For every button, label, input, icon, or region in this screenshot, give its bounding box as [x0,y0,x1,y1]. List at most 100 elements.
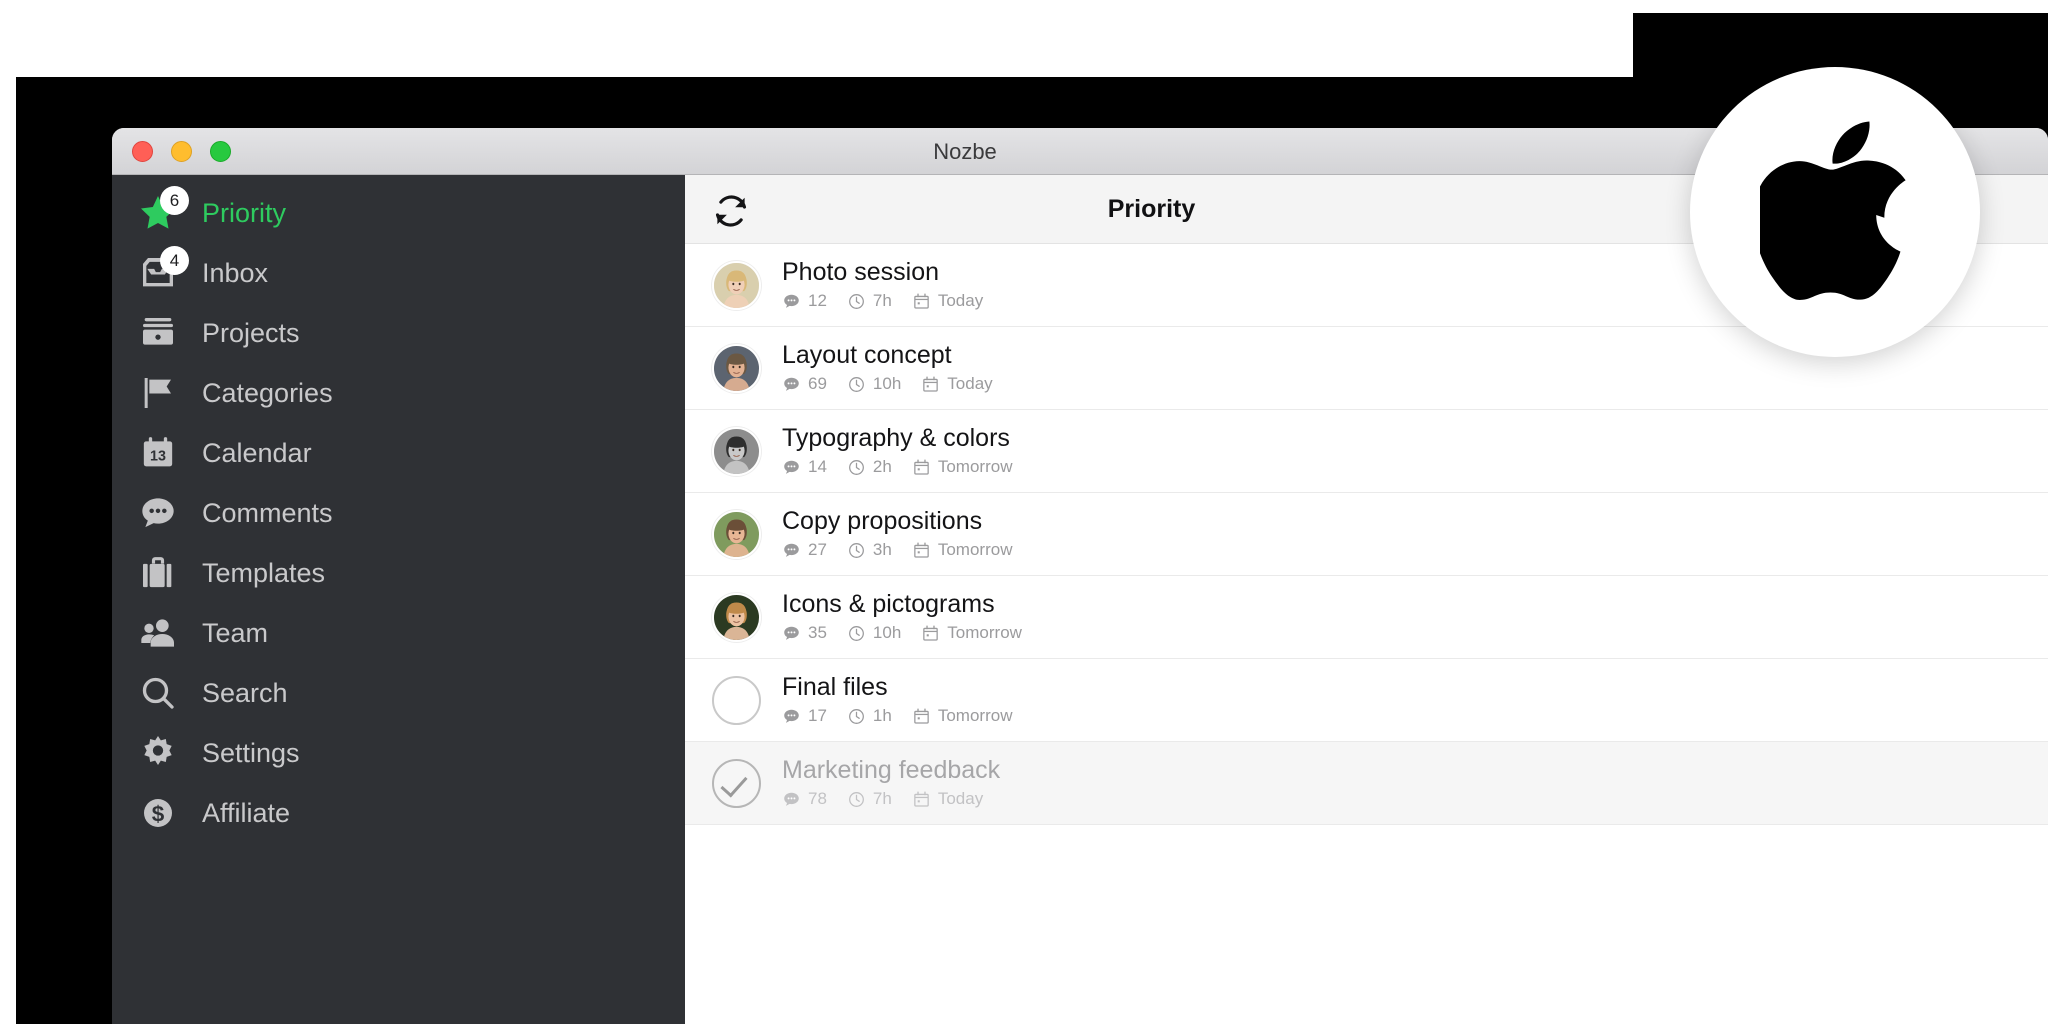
sidebar-item-label: Comments [202,497,333,528]
comments-icon [782,458,801,477]
task-checkbox[interactable] [712,675,761,725]
sidebar-item-label: Team [202,617,269,648]
task-meta-due: Tomorrow [912,706,1012,726]
task-info: Copy propositions 27 3h Tomorrow [782,508,1012,560]
calendar-icon [912,292,931,311]
avatar[interactable] [712,260,761,310]
task-row[interactable]: Typography & colors 14 2h Tomorrow [685,410,2048,493]
inbox-icon: 4 [138,246,190,296]
sidebar-item-templates[interactable]: Templates [112,543,685,603]
task-meta-time-value: 2h [872,457,892,477]
calendar-icon [921,375,940,394]
task-meta-due-value: Today [937,789,984,809]
flag-icon [138,370,190,416]
task-meta-comments: 27 [782,540,827,560]
task-meta-time: 1h [847,706,892,726]
sidebar-item-team[interactable]: Team [112,603,685,663]
task-meta-time-value: 3h [872,540,892,560]
comments-icon [782,790,801,809]
sidebar-item-label: Priority [202,197,287,228]
sidebar-item-affiliate[interactable]: $ Affiliate [112,783,685,843]
sidebar-item-label: Categories [202,377,333,408]
task-meta-time: 3h [847,540,892,560]
task-meta-time-value: 7h [872,291,892,311]
task-title: Marketing feedback [782,755,1001,784]
task-meta-comments: 69 [782,374,827,394]
sidebar-item-categories[interactable]: Categories [112,363,685,423]
comments-icon [782,624,801,643]
task-meta-time-value: 1h [872,706,892,726]
task-meta-due-value: Tomorrow [947,623,1022,643]
sidebar-item-label: Inbox [202,257,269,288]
sidebar-item-calendar[interactable]: 13 Calendar [112,423,685,483]
clock-icon [847,375,866,394]
clock-icon [847,707,866,726]
sidebar-item-label: Settings [202,737,300,768]
sidebar-item-priority[interactable]: 6 Priority [112,183,685,243]
task-meta: 27 3h Tomorrow [782,540,1012,560]
task-meta-comments-value: 12 [808,291,827,311]
task-meta-comments: 12 [782,291,827,311]
task-meta: 14 2h Tomorrow [782,457,1012,477]
avatar[interactable] [712,426,761,476]
task-meta-comments: 17 [782,706,827,726]
svg-text:13: 13 [150,449,166,465]
clock-icon [847,624,866,643]
search-icon [138,670,190,716]
calendar-icon [912,707,931,726]
task-title: Final files [782,672,888,701]
calendar-icon [921,624,940,643]
task-list: Photo session 12 7h Today Layout concept 69 10… [685,244,2048,1024]
task-row[interactable]: Final files 17 1h Tomorrow [685,659,2048,742]
sidebar-item-settings[interactable]: Settings [112,723,685,783]
sidebar-item-label: Search [202,677,288,708]
task-meta-comments-value: 17 [808,706,827,726]
svg-text:$: $ [152,801,165,826]
task-meta: 35 10h Tomorrow [782,623,1022,643]
comments-icon [782,375,801,394]
task-row[interactable]: Marketing feedback 78 7h Today [685,742,2048,825]
task-info: Icons & pictograms 35 10h Tomorrow [782,591,1022,643]
task-meta-comments-value: 14 [808,457,827,477]
sidebar-item-label: Calendar [202,437,312,468]
briefcase-icon [138,550,190,596]
screenshot-root: Nozbe 6 Priority 4 Inbox Projects Categories 1… [0,0,2048,1024]
task-row[interactable]: Icons & pictograms 35 10h Tomorrow [685,576,2048,659]
task-meta: 78 7h Today [782,789,1000,809]
clock-icon [847,541,866,560]
comments-icon [782,292,801,311]
comments-icon [782,541,801,560]
sidebar-badge: 6 [160,186,189,215]
sidebar-item-label: Affiliate [202,797,291,828]
clock-icon [847,458,866,477]
avatar[interactable] [712,343,761,393]
task-meta-comments: 35 [782,623,827,643]
task-checkbox-checked[interactable] [712,758,761,808]
task-info: Photo session 12 7h Today [782,259,983,311]
calendar-icon [912,790,931,809]
clock-icon [847,790,866,809]
task-info: Final files 17 1h Tomorrow [782,674,1012,726]
task-title: Icons & pictograms [782,589,995,618]
task-meta-due: Tomorrow [921,623,1022,643]
sidebar-item-comments[interactable]: Comments [112,483,685,543]
task-meta-time-value: 7h [872,789,892,809]
avatar[interactable] [712,592,761,642]
sidebar-item-search[interactable]: Search [112,663,685,723]
task-meta-comments: 14 [782,457,827,477]
task-meta-time-value: 10h [872,374,902,394]
people-icon [138,610,190,656]
sidebar-item-inbox[interactable]: 4 Inbox [112,243,685,303]
task-title: Photo session [782,257,940,286]
dollar-icon: $ [138,790,190,836]
sidebar-item-projects[interactable]: Projects [112,303,685,363]
task-title: Copy propositions [782,506,983,535]
apple-logo-badge [1690,67,1980,357]
task-meta-time-value: 10h [872,623,902,643]
task-row[interactable]: Copy propositions 27 3h Tomorrow [685,493,2048,576]
task-meta-time: 7h [847,789,892,809]
avatar[interactable] [712,509,761,559]
task-title: Typography & colors [782,423,1010,452]
task-meta-time: 7h [847,291,892,311]
task-meta-comments-value: 35 [808,623,827,643]
